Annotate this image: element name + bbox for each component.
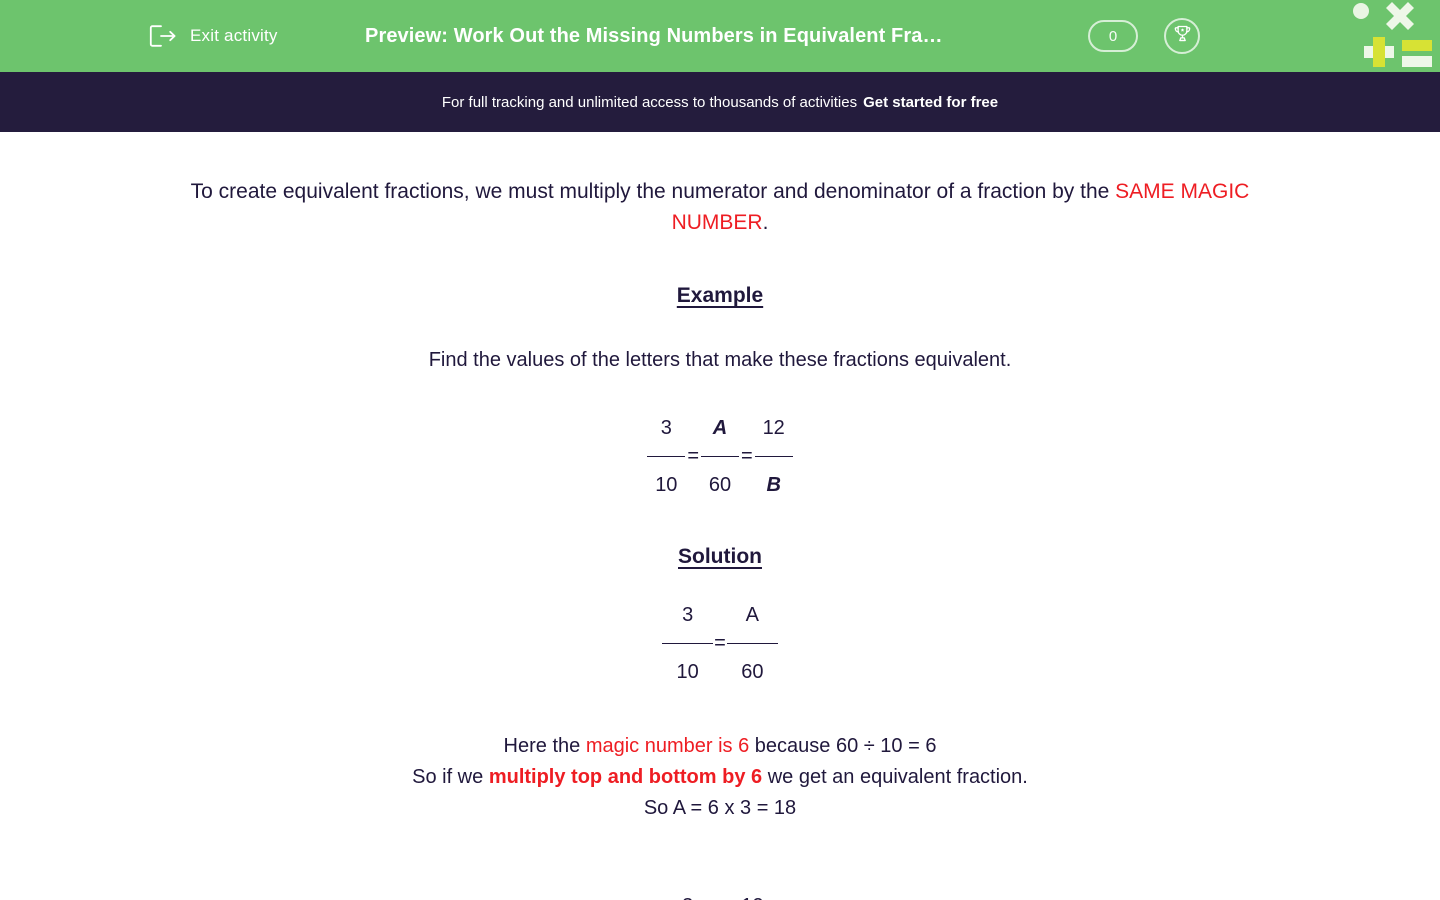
explain-1a: Here the xyxy=(503,735,586,757)
trophy-icon xyxy=(1172,23,1193,49)
fraction-numerator: A xyxy=(745,604,760,626)
fraction-term: A 60 xyxy=(726,600,778,687)
fraction-numerator: 3 xyxy=(660,417,672,439)
example-fraction-chain: 3 10 = A 60 = 12 B xyxy=(0,414,1440,499)
intro-text-part1: To create equivalent fractions, we must … xyxy=(190,180,1116,203)
explanation-line-3: So A = 6 x 3 = 18 xyxy=(643,797,797,819)
fraction-term: 12 B xyxy=(754,414,793,499)
fraction-term: 12 B xyxy=(727,891,778,900)
equals-sign: = xyxy=(687,445,699,467)
fraction-bar xyxy=(726,643,778,644)
get-started-link[interactable]: Get started for free xyxy=(863,94,998,111)
header-actions: 0 xyxy=(1088,18,1200,54)
equals-sign: = xyxy=(741,445,753,467)
fraction-numerator: A xyxy=(712,417,728,439)
fraction-denominator: 60 xyxy=(708,474,732,496)
intro-paragraph: To create equivalent fractions, we must … xyxy=(175,176,1265,238)
promo-banner: For full tracking and unlimited access t… xyxy=(0,72,1440,132)
score-value: 0 xyxy=(1108,27,1118,45)
solution-heading: Solution xyxy=(678,545,762,568)
explanation-line-2: So if we multiply top and bottom by 6 we… xyxy=(0,762,1440,793)
decorative-shapes xyxy=(1340,0,1440,72)
explain-1-highlight: magic number is 6 xyxy=(585,735,750,757)
exit-activity-label: Exit activity xyxy=(190,26,278,45)
page-title: Preview: Work Out the Missing Numbers in… xyxy=(365,24,943,47)
fraction-numerator: 3 xyxy=(682,604,694,626)
promo-text: For full tracking and unlimited access t… xyxy=(441,93,858,111)
fraction-numerator: 12 xyxy=(741,891,763,900)
fraction-bar xyxy=(701,456,739,457)
fraction-numerator: 12 xyxy=(762,417,785,439)
fraction-term: 3 10 xyxy=(647,414,686,499)
app-header: Exit activity Preview: Work Out the Miss… xyxy=(0,0,1440,72)
fraction-numerator: 3 xyxy=(682,891,693,900)
fraction-term: A 60 xyxy=(701,414,739,499)
explain-2a: So if we xyxy=(412,766,489,788)
intro-text-part2: . xyxy=(762,211,769,234)
fraction-term: 3 10 xyxy=(662,600,714,687)
instruction-text: Find the values of the letters that make… xyxy=(428,349,1012,371)
fraction-bar xyxy=(647,456,686,457)
equals-sign: = xyxy=(714,632,726,654)
fraction-denominator: 10 xyxy=(655,474,678,496)
activity-content: To create equivalent fractions, we must … xyxy=(0,132,1440,900)
explain-2b: we get an equivalent fraction. xyxy=(762,766,1028,788)
fraction-term: 3 xyxy=(662,891,713,900)
explanation-block: Here the magic number is 6 because 60 ÷ … xyxy=(0,731,1440,824)
bottom-fraction: 3 = 12 B xyxy=(0,891,1440,900)
fraction-bar xyxy=(754,456,793,457)
example-heading: Example xyxy=(676,284,764,307)
solution-fraction: 3 10 = A 60 xyxy=(0,600,1440,687)
score-badge[interactable]: 0 xyxy=(1088,20,1138,52)
explain-2-highlight: multiply top and bottom by 6 xyxy=(488,766,763,788)
exit-door-arrow-icon xyxy=(148,23,178,49)
exit-activity-button[interactable]: Exit activity xyxy=(148,23,278,49)
fraction-denominator: B xyxy=(766,474,781,496)
fraction-bar xyxy=(662,643,714,644)
explain-1b: because 60 ÷ 10 = 6 xyxy=(749,735,937,757)
fraction-denominator: 10 xyxy=(676,661,699,683)
explanation-line-1: Here the magic number is 6 because 60 ÷ … xyxy=(0,731,1440,762)
fraction-denominator: 60 xyxy=(741,661,764,683)
trophy-button[interactable] xyxy=(1164,18,1200,54)
